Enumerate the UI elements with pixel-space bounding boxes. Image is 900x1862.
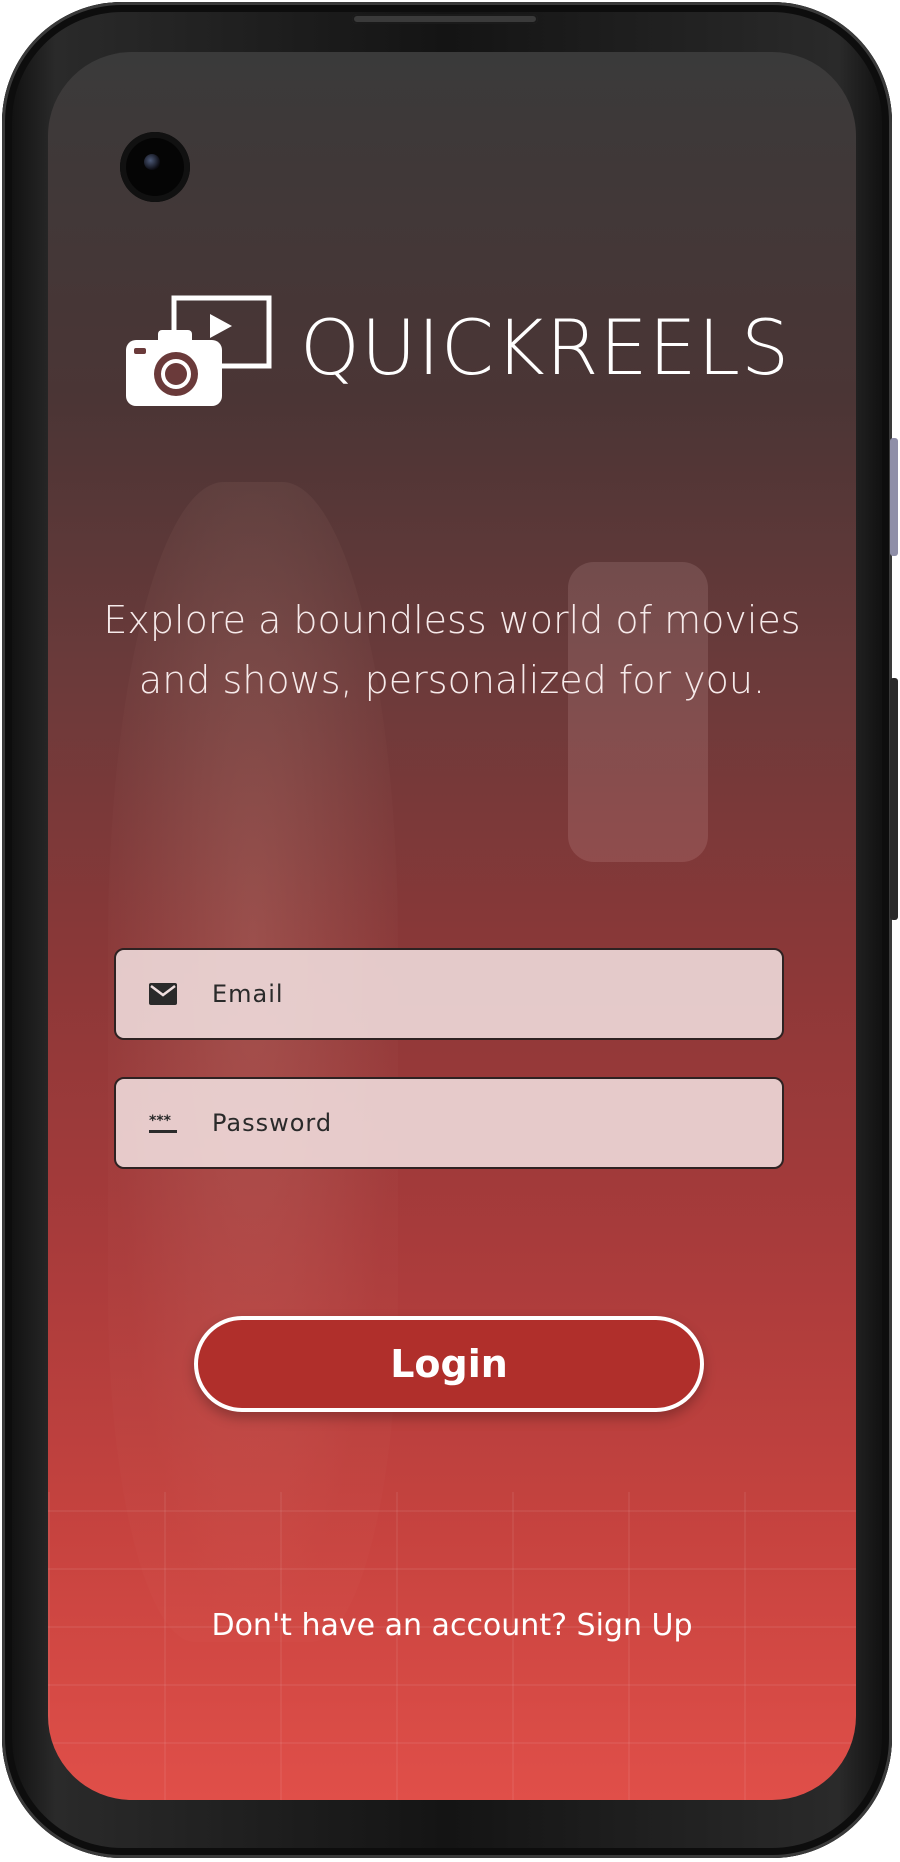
email-input[interactable] (212, 950, 752, 1038)
power-button (890, 678, 898, 920)
app-tagline: Explore a boundless world of movies and … (103, 598, 801, 702)
camera-play-icon (126, 295, 272, 406)
svg-text:***: *** (149, 1113, 172, 1129)
signup-link[interactable]: Sign Up (577, 1608, 693, 1643)
app-name: QUICKREELS (300, 303, 791, 392)
volume-button (890, 438, 898, 556)
app-logo: QUICKREELS (124, 292, 804, 412)
signup-prompt: Don't have an account? Sign Up (88, 1608, 816, 1643)
front-camera (120, 132, 190, 202)
signup-prompt-text: Don't have an account? (211, 1608, 577, 1643)
background-photo-floor (48, 1492, 856, 1800)
earpiece-speaker (352, 14, 538, 24)
login-button[interactable]: Login (194, 1316, 704, 1412)
password-dots-icon: *** (149, 1113, 177, 1133)
password-field[interactable]: *** (114, 1077, 784, 1169)
email-field[interactable] (114, 948, 784, 1040)
phone-frame: QUICKREELS Explore a boundless world of … (2, 2, 898, 1858)
mail-icon (149, 983, 177, 1005)
login-screen: QUICKREELS Explore a boundless world of … (48, 52, 856, 1800)
password-input[interactable] (212, 1079, 752, 1167)
